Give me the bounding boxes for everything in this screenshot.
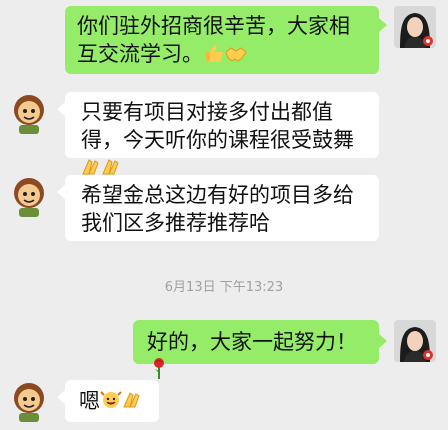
bubble-tail [57, 102, 65, 116]
bubble-tail [57, 390, 65, 404]
cartoon-character-avatar-icon [8, 175, 50, 217]
cartoon-character-avatar-icon [8, 92, 50, 134]
message-bubble-outgoing[interactable]: 好的，大家一起努力！ [133, 320, 379, 379]
woman-portrait-avatar-icon [394, 6, 436, 48]
avatar[interactable] [394, 320, 436, 362]
message-text: 嗯 [79, 389, 100, 413]
message-text: 好的，大家一起努力！ [147, 330, 357, 354]
handshake-icon [225, 41, 247, 69]
avatar[interactable] [8, 92, 50, 134]
message-bubble-incoming[interactable]: 嗯 [65, 380, 159, 422]
avatar[interactable] [394, 6, 436, 48]
bubble-tail [379, 18, 387, 32]
avatar[interactable] [8, 380, 50, 422]
message-bubble-incoming[interactable]: 希望金总这边有好的项目多给我们区多推荐推荐哈 [65, 175, 379, 241]
avatar[interactable] [8, 175, 50, 217]
cartoon-character-avatar-icon [8, 380, 50, 422]
woman-portrait-avatar-icon [394, 320, 436, 362]
message-text: 希望金总这边有好的项目多给我们区多推荐推荐哈 [81, 183, 354, 235]
clapping-hands-icon [122, 388, 142, 416]
message-bubble-incoming[interactable]: 只要有项目对接多付出都值得，今天听你的课程很受鼓舞 [65, 92, 379, 175]
message-bubble-outgoing[interactable]: 你们驻外招商很辛苦，大家相互交流学习。 [65, 6, 379, 74]
cheering-face-icon [100, 388, 122, 416]
bubble-tail [57, 185, 65, 199]
thumbs-up-icon [203, 41, 225, 69]
message-timestamp: 6月13日 下午13:23 [164, 280, 284, 295]
bubble-tail [379, 334, 387, 348]
message-text: 只要有项目对接多付出都值得，今天听你的课程很受鼓舞 [81, 100, 354, 152]
